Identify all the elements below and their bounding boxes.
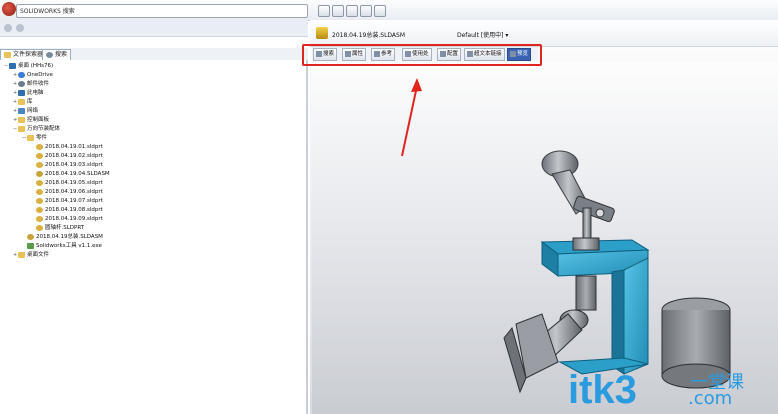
part-icon [36,224,43,231]
watermark-domain: .com [688,388,733,409]
tree-item-label: Solidworks工具 v1.1.exe [36,243,102,249]
refresh-icon[interactable] [16,24,24,32]
tree-item-label: 2018.04.19.05.sldprt [45,180,103,186]
tree-item-label: 圆轴杆.SLDPRT [45,225,85,231]
search-icon [46,51,53,58]
tree-item-label: 邮件收件 [27,81,50,87]
exe-icon [27,242,34,249]
tree-item[interactable]: + 此电脑 [13,89,44,97]
network-icon [18,107,25,114]
cloud-icon [18,71,25,78]
document-title: 2018.04.19总装.SLDASM [332,32,406,39]
tree-item-label: 零件 [36,135,48,141]
tree-item-label: 控制面板 [27,117,50,123]
tree-item-label: 2018.04.19.09.sldprt [45,216,103,222]
user-icon [18,80,25,87]
tree-item[interactable]: 2018.04.19.07.sldprt [31,197,103,205]
model-preview [401,78,731,394]
part-icon [36,143,43,150]
part-icon [36,206,43,213]
tree-item-label: 2018.04.19.04.SLDASM [45,171,110,177]
tree-item-label: 此电脑 [27,90,44,96]
tree-item[interactable]: 2018.04.19.03.sldprt [31,161,103,169]
folder-icon [18,251,25,258]
part-icon [36,152,43,159]
tree-item-label: 桌面文件 [27,252,50,258]
tree-item-label: OneDrive [27,72,53,78]
tab-label: 搜索 [55,51,68,58]
tree-item[interactable]: + 邮件收件 [13,80,49,88]
tree-item-label: 2018.04.19.08.sldprt [45,207,103,213]
folder-icon [18,116,25,123]
computer-icon [18,89,25,96]
tree-item[interactable]: + 桌面文件 [13,251,49,259]
part-icon [36,215,43,222]
tree-item[interactable]: Solidworks工具 v1.1.exe [22,242,102,250]
folder-icon [27,134,34,141]
back-icon[interactable] [318,5,330,17]
tab-search[interactable]: 搜索 [42,49,72,60]
back-icon[interactable] [4,24,12,32]
tree-item[interactable]: − 万向节装配体 [13,125,60,133]
assembly-icon [316,27,328,39]
tree-item[interactable]: 2018.04.19.08.sldprt [31,206,103,214]
tree-item[interactable]: 2018.04.19.05.sldprt [31,179,103,187]
tree-item-label: 2018.04.19总装.SLDASM [36,234,103,240]
part-icon [36,188,43,195]
tree-item-label: 2018.04.19.06.sldprt [45,189,103,195]
solidworks-logo-icon[interactable] [2,2,16,16]
tree-item-label: 2018.04.19.03.sldprt [45,162,103,168]
help-icon[interactable] [374,5,386,17]
lever [573,195,615,223]
watermark-brand: itk3 [568,368,637,412]
tab-label: 文件探索器 [13,51,44,58]
part-icon [36,197,43,204]
tree-item[interactable]: + 库 [13,98,33,106]
info-icon[interactable] [360,5,372,17]
tree-item[interactable]: 圆轴杆.SLDPRT [31,224,84,232]
forward-icon[interactable] [332,5,344,17]
tree-item-label: 网络 [27,108,39,114]
tree-item[interactable]: + 网络 [13,107,38,115]
screw-block [575,275,597,311]
tree-item[interactable]: 2018.04.19.02.sldprt [31,152,103,160]
assembly-icon [36,170,43,177]
tree-item-label: 桌面 (HHs76) [18,63,54,69]
folder-icon [18,98,25,105]
tree-item[interactable]: 2018.04.19.09.sldprt [31,215,103,223]
tree-item[interactable]: 2018.04.19.01.sldprt [31,143,103,151]
assembly-icon [27,233,34,240]
configuration-select[interactable]: Default [使用中] ▾ [457,30,508,39]
desktop-icon [9,62,16,69]
folder-icon [18,125,25,132]
tree-item[interactable]: 2018.04.19总装.SLDASM [22,233,103,241]
part-icon [36,161,43,168]
tree-item-label: 2018.04.19.02.sldprt [45,153,103,159]
tree-item[interactable]: − 零件 [22,134,47,142]
clamp-side [623,257,649,375]
annotation-arrow [401,85,418,157]
tree-item[interactable]: 2018.04.19.06.sldprt [31,188,103,196]
search-label: SOLIDWORKS 搜索 [20,8,75,15]
tree-item-label: 2018.04.19.01.sldprt [45,144,103,150]
folder-icon [4,51,11,58]
tree-item-label: 库 [27,99,33,105]
part-icon [36,179,43,186]
tree-item[interactable]: 2018.04.19.04.SLDASM [31,170,110,178]
highlight-box [302,44,542,66]
tree-item-label: 万向节装配体 [27,126,61,132]
tree-item[interactable]: + 控制面板 [13,116,49,124]
arrowhead-icon [411,78,422,92]
task-pane-toolbar [0,20,308,37]
home-icon[interactable] [346,5,358,17]
tree-item[interactable]: + OneDrive [13,71,53,79]
tab-file-explorer[interactable]: 文件探索器 [0,49,48,60]
tree-item[interactable]: − 桌面 (HHs76) [4,62,53,70]
tree-item-label: 2018.04.19.07.sldprt [45,198,103,204]
